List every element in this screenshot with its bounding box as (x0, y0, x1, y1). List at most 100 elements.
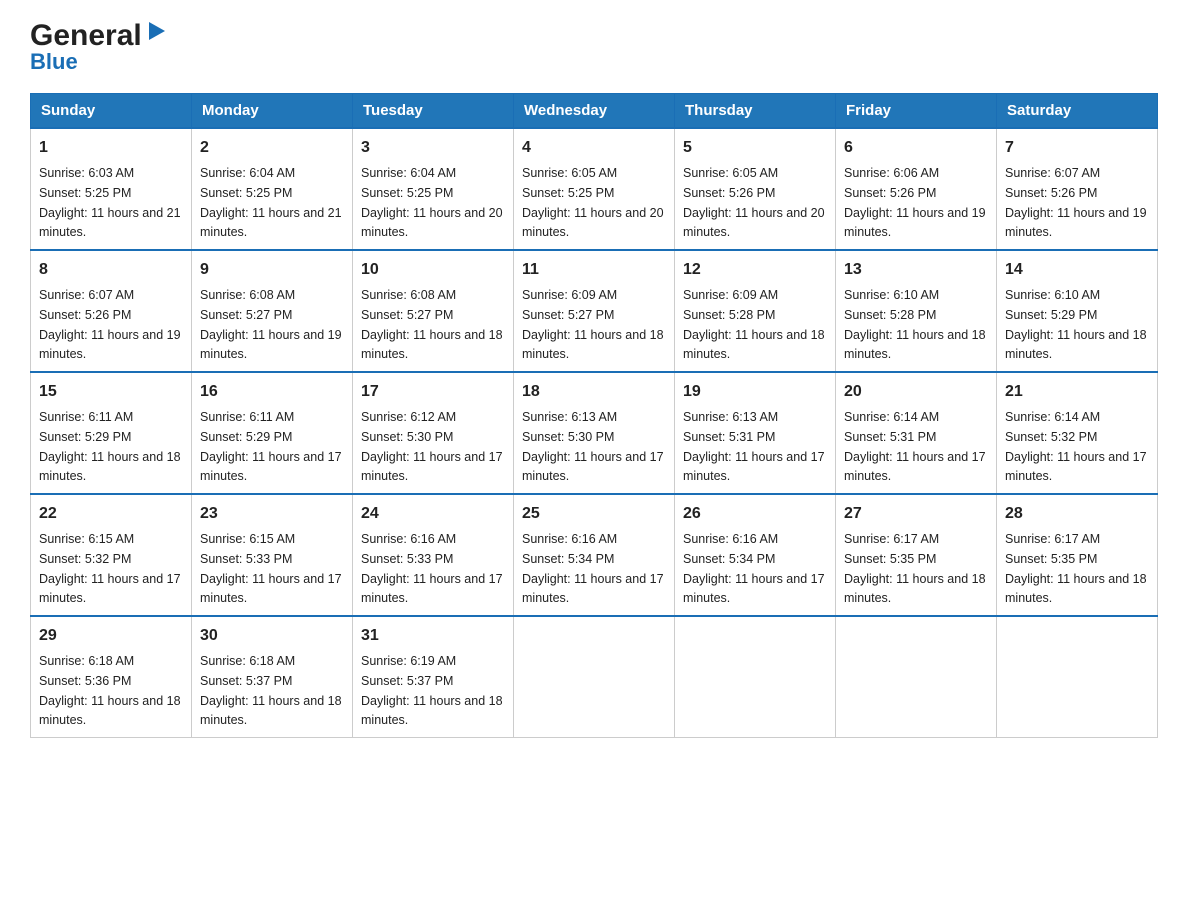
day-number: 22 (39, 502, 183, 526)
day-number: 19 (683, 380, 827, 404)
day-number: 26 (683, 502, 827, 526)
day-number: 25 (522, 502, 666, 526)
day-info: Sunrise: 6:06 AMSunset: 5:26 PMDaylight:… (844, 166, 986, 239)
day-info: Sunrise: 6:10 AMSunset: 5:29 PMDaylight:… (1005, 288, 1147, 361)
day-info: Sunrise: 6:07 AMSunset: 5:26 PMDaylight:… (39, 288, 181, 361)
day-cell-9: 9 Sunrise: 6:08 AMSunset: 5:27 PMDayligh… (192, 250, 353, 372)
day-info: Sunrise: 6:13 AMSunset: 5:31 PMDaylight:… (683, 410, 825, 483)
day-cell-16: 16 Sunrise: 6:11 AMSunset: 5:29 PMDaylig… (192, 372, 353, 494)
day-number: 23 (200, 502, 344, 526)
day-number: 14 (1005, 258, 1149, 282)
day-info: Sunrise: 6:07 AMSunset: 5:26 PMDaylight:… (1005, 166, 1147, 239)
day-cell-7: 7 Sunrise: 6:07 AMSunset: 5:26 PMDayligh… (997, 128, 1158, 250)
day-cell-26: 26 Sunrise: 6:16 AMSunset: 5:34 PMDaylig… (675, 494, 836, 616)
day-number: 1 (39, 136, 183, 160)
logo-blue-text: Blue (30, 49, 78, 75)
week-row-4: 22 Sunrise: 6:15 AMSunset: 5:32 PMDaylig… (31, 494, 1158, 616)
day-cell-18: 18 Sunrise: 6:13 AMSunset: 5:30 PMDaylig… (514, 372, 675, 494)
day-number: 3 (361, 136, 505, 160)
weekday-header-sunday: Sunday (31, 94, 192, 129)
day-number: 12 (683, 258, 827, 282)
day-cell-20: 20 Sunrise: 6:14 AMSunset: 5:31 PMDaylig… (836, 372, 997, 494)
day-number: 9 (200, 258, 344, 282)
week-row-1: 1 Sunrise: 6:03 AMSunset: 5:25 PMDayligh… (31, 128, 1158, 250)
weekday-header-friday: Friday (836, 94, 997, 129)
day-number: 10 (361, 258, 505, 282)
day-number: 31 (361, 624, 505, 648)
day-number: 8 (39, 258, 183, 282)
day-info: Sunrise: 6:15 AMSunset: 5:33 PMDaylight:… (200, 532, 342, 605)
day-info: Sunrise: 6:17 AMSunset: 5:35 PMDaylight:… (1005, 532, 1147, 605)
day-number: 6 (844, 136, 988, 160)
day-cell-23: 23 Sunrise: 6:15 AMSunset: 5:33 PMDaylig… (192, 494, 353, 616)
day-info: Sunrise: 6:05 AMSunset: 5:25 PMDaylight:… (522, 166, 664, 239)
day-cell-25: 25 Sunrise: 6:16 AMSunset: 5:34 PMDaylig… (514, 494, 675, 616)
page-header: General Blue (30, 20, 1158, 75)
day-info: Sunrise: 6:04 AMSunset: 5:25 PMDaylight:… (200, 166, 342, 239)
day-info: Sunrise: 6:08 AMSunset: 5:27 PMDaylight:… (200, 288, 342, 361)
day-cell-21: 21 Sunrise: 6:14 AMSunset: 5:32 PMDaylig… (997, 372, 1158, 494)
day-info: Sunrise: 6:09 AMSunset: 5:28 PMDaylight:… (683, 288, 825, 361)
day-info: Sunrise: 6:11 AMSunset: 5:29 PMDaylight:… (200, 410, 342, 483)
calendar-header: SundayMondayTuesdayWednesdayThursdayFrid… (31, 94, 1158, 129)
day-number: 27 (844, 502, 988, 526)
day-cell-24: 24 Sunrise: 6:16 AMSunset: 5:33 PMDaylig… (353, 494, 514, 616)
week-row-2: 8 Sunrise: 6:07 AMSunset: 5:26 PMDayligh… (31, 250, 1158, 372)
weekday-header-thursday: Thursday (675, 94, 836, 129)
day-number: 15 (39, 380, 183, 404)
weekday-header-wednesday: Wednesday (514, 94, 675, 129)
day-number: 17 (361, 380, 505, 404)
day-info: Sunrise: 6:16 AMSunset: 5:33 PMDaylight:… (361, 532, 503, 605)
day-info: Sunrise: 6:03 AMSunset: 5:25 PMDaylight:… (39, 166, 181, 239)
day-number: 11 (522, 258, 666, 282)
day-number: 5 (683, 136, 827, 160)
day-info: Sunrise: 6:08 AMSunset: 5:27 PMDaylight:… (361, 288, 503, 361)
day-number: 21 (1005, 380, 1149, 404)
day-cell-19: 19 Sunrise: 6:13 AMSunset: 5:31 PMDaylig… (675, 372, 836, 494)
day-number: 13 (844, 258, 988, 282)
day-cell-31: 31 Sunrise: 6:19 AMSunset: 5:37 PMDaylig… (353, 616, 514, 738)
day-number: 30 (200, 624, 344, 648)
day-cell-15: 15 Sunrise: 6:11 AMSunset: 5:29 PMDaylig… (31, 372, 192, 494)
day-cell-1: 1 Sunrise: 6:03 AMSunset: 5:25 PMDayligh… (31, 128, 192, 250)
empty-cell-week4-col5 (836, 616, 997, 738)
day-cell-22: 22 Sunrise: 6:15 AMSunset: 5:32 PMDaylig… (31, 494, 192, 616)
week-row-3: 15 Sunrise: 6:11 AMSunset: 5:29 PMDaylig… (31, 372, 1158, 494)
weekday-header-row: SundayMondayTuesdayWednesdayThursdayFrid… (31, 94, 1158, 129)
logo-arrow-icon (145, 20, 167, 42)
calendar-body: 1 Sunrise: 6:03 AMSunset: 5:25 PMDayligh… (31, 128, 1158, 738)
day-info: Sunrise: 6:18 AMSunset: 5:36 PMDaylight:… (39, 654, 181, 727)
day-number: 29 (39, 624, 183, 648)
day-info: Sunrise: 6:05 AMSunset: 5:26 PMDaylight:… (683, 166, 825, 239)
day-info: Sunrise: 6:18 AMSunset: 5:37 PMDaylight:… (200, 654, 342, 727)
day-number: 20 (844, 380, 988, 404)
day-info: Sunrise: 6:10 AMSunset: 5:28 PMDaylight:… (844, 288, 986, 361)
day-info: Sunrise: 6:16 AMSunset: 5:34 PMDaylight:… (522, 532, 664, 605)
day-info: Sunrise: 6:11 AMSunset: 5:29 PMDaylight:… (39, 410, 181, 483)
day-cell-11: 11 Sunrise: 6:09 AMSunset: 5:27 PMDaylig… (514, 250, 675, 372)
day-info: Sunrise: 6:04 AMSunset: 5:25 PMDaylight:… (361, 166, 503, 239)
day-cell-12: 12 Sunrise: 6:09 AMSunset: 5:28 PMDaylig… (675, 250, 836, 372)
day-cell-17: 17 Sunrise: 6:12 AMSunset: 5:30 PMDaylig… (353, 372, 514, 494)
day-number: 24 (361, 502, 505, 526)
day-info: Sunrise: 6:15 AMSunset: 5:32 PMDaylight:… (39, 532, 181, 605)
day-info: Sunrise: 6:09 AMSunset: 5:27 PMDaylight:… (522, 288, 664, 361)
week-row-5: 29 Sunrise: 6:18 AMSunset: 5:36 PMDaylig… (31, 616, 1158, 738)
day-cell-3: 3 Sunrise: 6:04 AMSunset: 5:25 PMDayligh… (353, 128, 514, 250)
day-number: 7 (1005, 136, 1149, 160)
day-cell-30: 30 Sunrise: 6:18 AMSunset: 5:37 PMDaylig… (192, 616, 353, 738)
day-cell-28: 28 Sunrise: 6:17 AMSunset: 5:35 PMDaylig… (997, 494, 1158, 616)
day-info: Sunrise: 6:14 AMSunset: 5:31 PMDaylight:… (844, 410, 986, 483)
day-number: 16 (200, 380, 344, 404)
day-number: 4 (522, 136, 666, 160)
day-info: Sunrise: 6:13 AMSunset: 5:30 PMDaylight:… (522, 410, 664, 483)
empty-cell-week4-col4 (675, 616, 836, 738)
day-info: Sunrise: 6:19 AMSunset: 5:37 PMDaylight:… (361, 654, 503, 727)
empty-cell-week4-col6 (997, 616, 1158, 738)
day-cell-13: 13 Sunrise: 6:10 AMSunset: 5:28 PMDaylig… (836, 250, 997, 372)
day-cell-29: 29 Sunrise: 6:18 AMSunset: 5:36 PMDaylig… (31, 616, 192, 738)
day-info: Sunrise: 6:14 AMSunset: 5:32 PMDaylight:… (1005, 410, 1147, 483)
calendar-table: SundayMondayTuesdayWednesdayThursdayFrid… (30, 93, 1158, 738)
day-number: 2 (200, 136, 344, 160)
logo-general-text: General (30, 21, 142, 51)
